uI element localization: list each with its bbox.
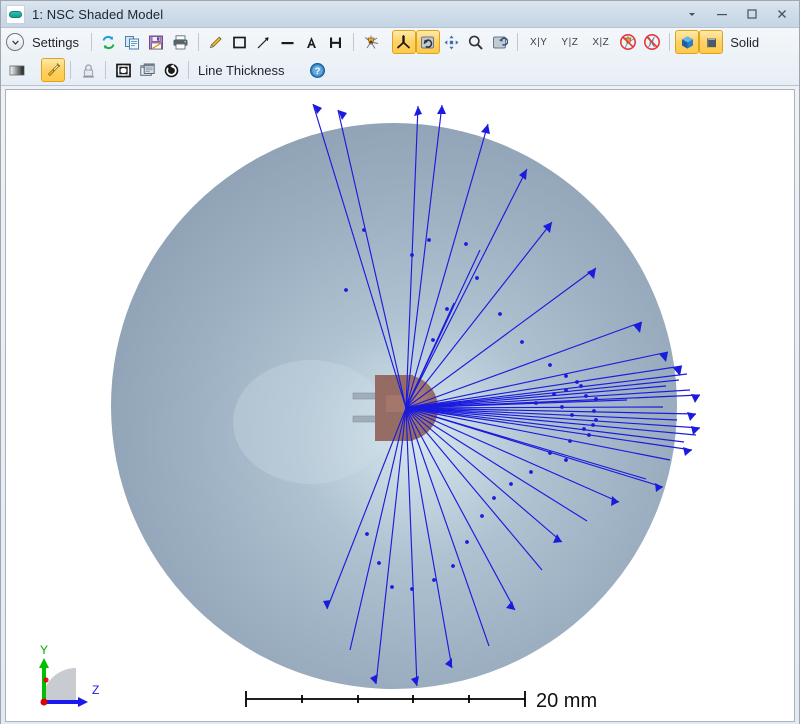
axis-triad: Y Z (39, 643, 99, 707)
arrow-tool-button[interactable] (252, 30, 276, 54)
view-yz-label: Y|Z (557, 37, 582, 48)
solid-model-button[interactable] (699, 30, 723, 54)
save-button[interactable] (145, 30, 169, 54)
title-bar: 1: NSC Shaded Model (1, 1, 799, 28)
fit-window-button[interactable] (111, 58, 135, 82)
line-thickness-label[interactable]: Line Thickness (194, 63, 288, 78)
toolbar-separator (70, 61, 71, 79)
window-title: 1: NSC Shaded Model (32, 7, 163, 22)
svg-text:?: ? (315, 66, 321, 77)
hide-rays-button[interactable] (616, 30, 640, 54)
nsc-shaded-model-window: 1: NSC Shaded Model (0, 0, 800, 724)
rotate-3d-button[interactable] (392, 30, 416, 54)
viewport-container: Y Z (1, 86, 799, 724)
model-render-svg: Y Z (6, 90, 794, 721)
rectangle-tool-button[interactable] (228, 30, 252, 54)
minimize-button[interactable] (707, 2, 737, 26)
toolbar-row-2: Line Thickness ? (1, 56, 799, 84)
text-tool-button[interactable] (300, 30, 324, 54)
view-xy-label: X|Y (526, 37, 551, 48)
application-window-root: 1: NSC Shaded Model (0, 0, 800, 724)
view-yz-button[interactable]: Y|Z (554, 30, 585, 54)
reset-view-button[interactable] (488, 30, 512, 54)
toolbar-separator (198, 33, 199, 51)
axis-z-label: Z (92, 683, 99, 697)
led-pill-icon (6, 5, 25, 24)
axis-x-origin (41, 699, 48, 706)
render-mode-label: Solid (723, 35, 763, 50)
axis-z-arrow (78, 697, 88, 707)
toolbar-separator (517, 33, 518, 51)
flashlight-button[interactable] (41, 58, 65, 82)
refresh-button[interactable] (97, 30, 121, 54)
rotate-view-button[interactable] (416, 30, 440, 54)
toolbar-separator (353, 33, 354, 51)
toolbar-separator (91, 33, 92, 51)
view-xy-button[interactable]: X|Y (523, 30, 554, 54)
settings-button[interactable]: Settings (6, 33, 86, 51)
toolbar-separator (188, 61, 189, 79)
view-xz-label: X|Z (588, 37, 613, 48)
pan-button[interactable] (440, 30, 464, 54)
toolbar-separator (669, 33, 670, 51)
shaded-model-button[interactable] (675, 30, 699, 54)
nsc-3d-viewport[interactable]: Y Z (5, 89, 795, 722)
scale-bar-label: 20 mm (536, 690, 597, 712)
zoom-button[interactable] (464, 30, 488, 54)
dropdown-menu-button[interactable] (677, 2, 707, 26)
line-tool-button[interactable] (276, 30, 300, 54)
triad-quadrant-shade (42, 668, 76, 702)
toolbar-row-1: Settings (1, 28, 799, 56)
close-button[interactable] (767, 2, 797, 26)
refresh-model-button[interactable] (159, 58, 183, 82)
axis-y-label: Y (40, 643, 48, 657)
pencil-tool-button[interactable] (204, 30, 228, 54)
view-xz-button[interactable]: X|Z (585, 30, 616, 54)
toolbar-separator (105, 61, 106, 79)
chevron-down-circle-icon (6, 33, 24, 51)
maximize-button[interactable] (737, 2, 767, 26)
detach-window-button[interactable] (135, 58, 159, 82)
dimension-tool-button[interactable] (324, 30, 348, 54)
window-controls (677, 1, 797, 27)
hide-lens-button[interactable] (640, 30, 664, 54)
axis-x-tip (43, 677, 48, 682)
scale-bar (246, 691, 525, 707)
toolbar-area: Settings (1, 28, 799, 86)
copy-button[interactable] (121, 30, 145, 54)
settings-label: Settings (28, 35, 83, 50)
gradient-fill-button[interactable] (6, 58, 41, 82)
lock-button[interactable] (76, 58, 100, 82)
ray-render-button[interactable] (359, 30, 392, 54)
help-button[interactable]: ? (305, 58, 329, 82)
print-button[interactable] (169, 30, 193, 54)
axis-y-arrow (39, 658, 49, 668)
